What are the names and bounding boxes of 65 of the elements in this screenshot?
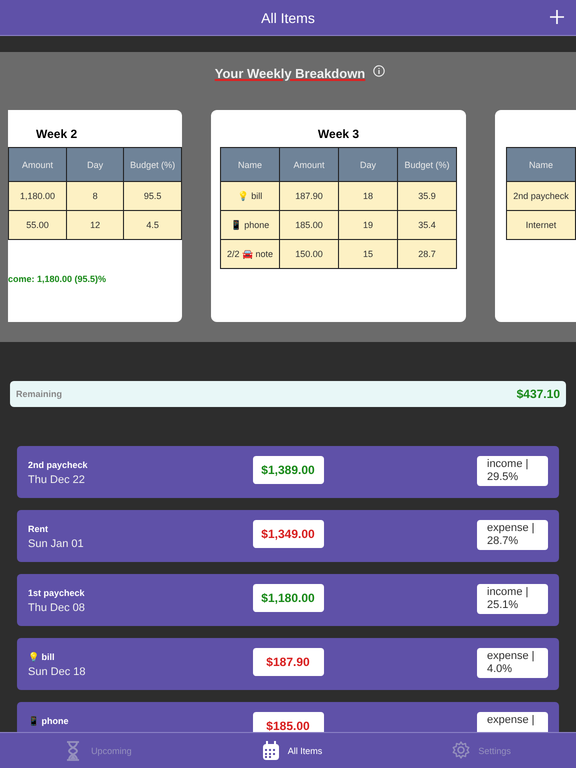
tab-item[interactable]: All Items [262, 740, 322, 760]
remaining-amount: $437.10 [516, 387, 560, 401]
type-label: income | 29.5% [477, 456, 548, 486]
type-label: income | 25.1% [477, 584, 548, 614]
amount-label: $1,389.00 [252, 456, 324, 484]
item-name: 💡 bill [28, 652, 56, 662]
type-label: expense | [477, 712, 548, 732]
column-header: Day [338, 148, 398, 182]
item-date: Thu Dec 22 [28, 474, 86, 486]
amount-label: $1,349.00 [252, 520, 324, 548]
week-title: Week 2 [35, 126, 78, 143]
section-title: Your Weekly Breakdown [214, 66, 366, 81]
table-cell: 2/2 🚘 note [220, 240, 280, 268]
screen-title: All Items [261, 10, 315, 26]
transaction-card[interactable]: 📱 phone $185.00 expense | [17, 702, 559, 732]
table-cell: 35.4 [398, 210, 456, 240]
item-date: Sun Dec 18 [28, 666, 86, 678]
column-header: Budget (%) [124, 148, 182, 182]
table-cell: 18 [338, 182, 398, 210]
table-cell: 📱 phone [220, 210, 280, 240]
table-cell: 1,180.00 [8, 182, 67, 210]
table-cell: 28.7 [398, 240, 456, 268]
item-name: Rent [28, 524, 49, 534]
column-header: Amount [280, 148, 338, 182]
item-name: 1st paycheck [28, 588, 86, 598]
table-cell: 187.90 [280, 182, 338, 210]
item-name: 2nd paycheck [28, 460, 89, 470]
table-cell: 35.9 [398, 182, 456, 210]
add-button[interactable] [550, 10, 564, 24]
table-cell: 8 [66, 182, 124, 210]
table-cell: 55.00 [8, 210, 67, 240]
column-header: Budget (%) [398, 148, 456, 182]
table-cell: 19 [338, 210, 398, 240]
table-cell: 150.00 [280, 240, 338, 268]
transaction-card[interactable]: 💡 bill Sun Dec 18 $187.90 expense | 4.0% [17, 638, 559, 690]
amount-label: $187.90 [252, 648, 324, 676]
amount-label: $185.00 [252, 712, 324, 732]
table-cell: 185.00 [280, 210, 338, 240]
remaining-label: Remaining [16, 389, 62, 399]
column-header: Name [220, 148, 280, 182]
type-label: expense | 28.7% [477, 520, 548, 550]
amount-label: $1,180.00 [252, 584, 324, 612]
table-cell: 15 [338, 240, 398, 268]
table-cell: 95.5 [124, 182, 182, 210]
item-date: Thu Dec 08 [28, 602, 86, 614]
plus-icon [550, 10, 564, 24]
column-header: Amount [8, 148, 67, 182]
transaction-card[interactable]: 1st paycheck Thu Dec 08 $1,180.00 income | 25.1% [17, 574, 559, 626]
table-cell: 12 [66, 210, 124, 240]
table-cell: 💡 bill [220, 182, 280, 210]
gear-icon [452, 740, 470, 760]
type-label: expense | 4.0% [477, 648, 548, 678]
column-header: Day [66, 148, 124, 182]
transaction-card[interactable]: 2nd paycheck Thu Dec 22 $1,389.00 income | 29.5% [17, 446, 559, 498]
table-cell: 4.5 [124, 210, 182, 240]
calendar-icon [262, 740, 280, 760]
info-icon [373, 65, 386, 77]
week-title: Week 3 [318, 126, 360, 143]
item-name: 📱 phone [28, 716, 70, 726]
summary-text: come: 1,180.00 (95.5)% [8, 274, 108, 284]
item-date: Sun Jan 01 [28, 538, 85, 550]
column-header: Name [506, 148, 576, 182]
table-cell: 2nd paycheck [506, 182, 576, 210]
transaction-card[interactable]: Rent Sun Jan 01 $1,349.00 expense | 28.7% [17, 510, 559, 562]
table-cell: Internet [506, 210, 576, 240]
